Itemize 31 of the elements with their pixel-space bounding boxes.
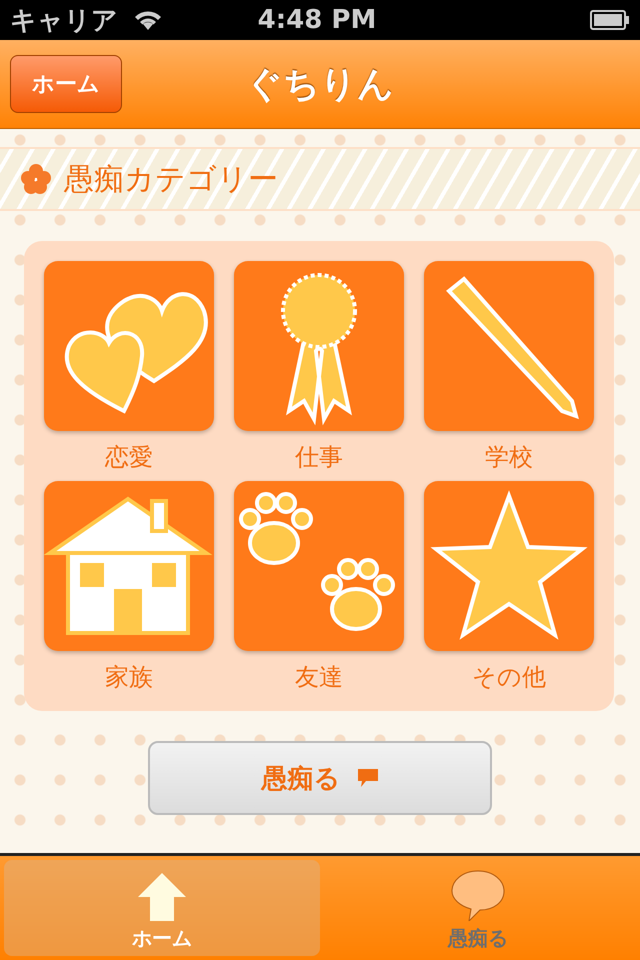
paw-prints-icon (239, 492, 395, 631)
category-label: 友達 (295, 662, 343, 691)
app-title: ぐちりん (246, 62, 394, 106)
category-tile[interactable] (234, 481, 404, 651)
carrier-label: キャリア (10, 4, 118, 38)
category-tile[interactable] (234, 261, 404, 431)
category-tile[interactable] (424, 481, 594, 651)
ribbon-icon (281, 273, 357, 426)
tab[interactable]: ホーム (4, 860, 320, 956)
section-title: 愚痴カテゴリー (64, 160, 278, 198)
category-tile[interactable] (44, 481, 214, 651)
pen-icon (446, 276, 579, 420)
category-label: その他 (472, 662, 546, 691)
flower-icon (20, 163, 52, 195)
hearts-icon (64, 292, 208, 413)
battery-icon (590, 10, 630, 30)
category-label: 恋愛 (105, 442, 153, 471)
clock: 4:48 PM (256, 5, 378, 35)
home-button[interactable]: ホーム (10, 55, 122, 113)
speech-bubble-icon (451, 869, 505, 921)
category-tile[interactable] (44, 261, 214, 431)
star-icon (430, 490, 588, 640)
speech-bubble-icon (356, 768, 378, 788)
home-icon (136, 871, 188, 921)
complain-button[interactable]: 愚痴る (148, 741, 492, 815)
category-label: 仕事 (295, 442, 343, 471)
category-label: 学校 (485, 442, 533, 471)
tab[interactable]: 愚痴る (320, 860, 636, 956)
category-tile[interactable] (424, 261, 594, 431)
category-label: 家族 (105, 662, 153, 691)
house-icon (44, 496, 212, 635)
